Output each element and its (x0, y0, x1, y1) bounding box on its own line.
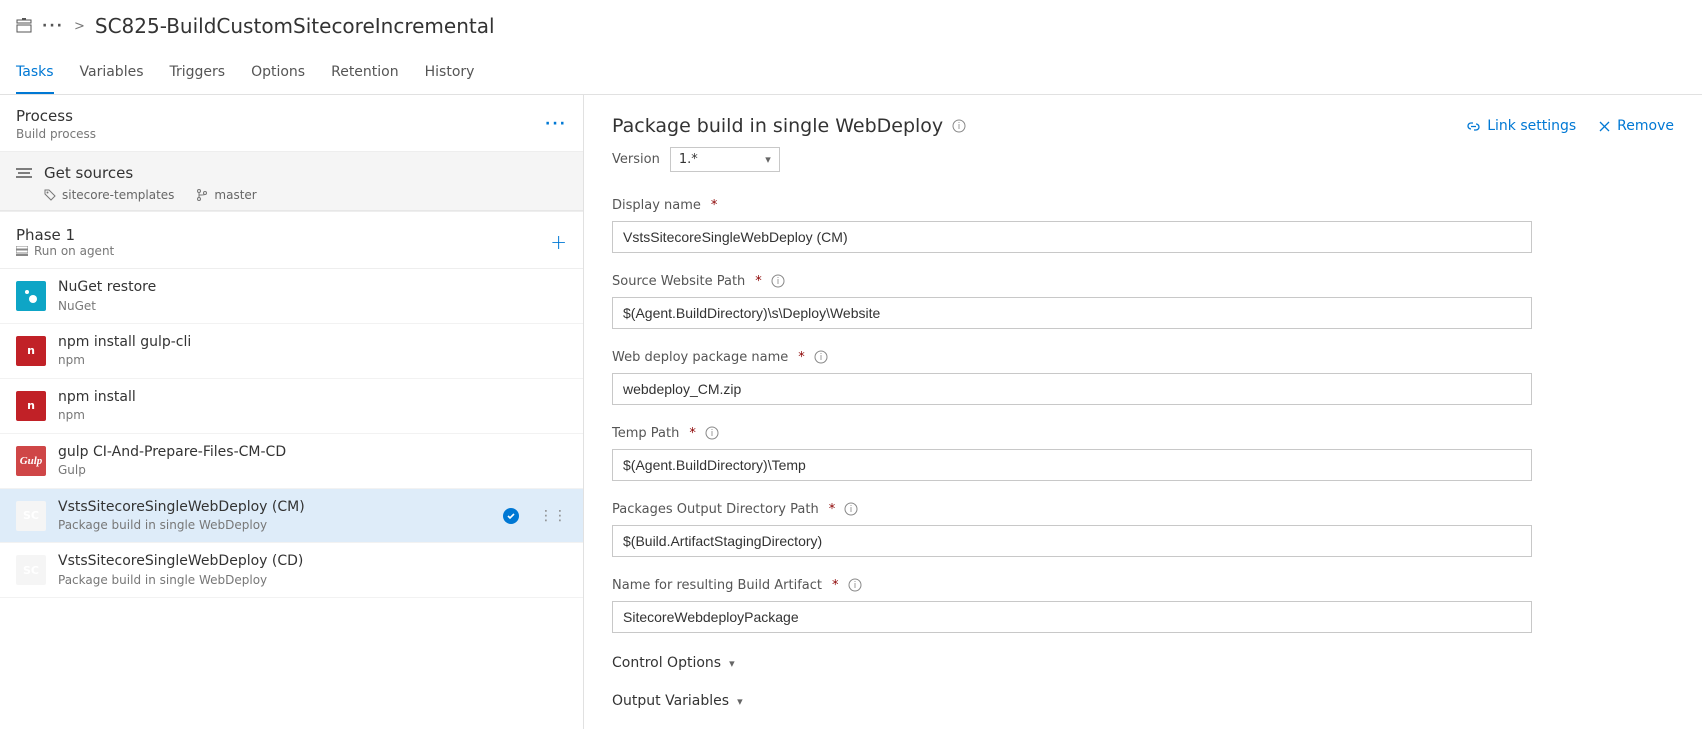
page-title: SC825-BuildCustomSitecoreIncremental (95, 14, 495, 38)
version-select[interactable]: 1.* ▾ (670, 147, 780, 172)
right-panel: Package build in single WebDeploy i Link… (584, 95, 1702, 729)
svg-text:i: i (711, 429, 714, 439)
info-icon[interactable]: i (847, 577, 863, 593)
branch-name: master (214, 188, 256, 202)
temp-path-label: Temp Path* i (612, 425, 1674, 441)
tabs: Tasks Variables Triggers Options Retenti… (0, 54, 1702, 95)
output-path-input[interactable] (612, 525, 1532, 557)
info-icon[interactable]: i (843, 501, 859, 517)
repo-name: sitecore-templates (62, 188, 174, 202)
link-settings-button[interactable]: Link settings (1466, 118, 1576, 134)
task-npm-install[interactable]: n npm install npm (0, 379, 583, 434)
breadcrumb-more-icon[interactable]: ··· (42, 18, 64, 34)
branch-icon (196, 189, 208, 201)
info-icon[interactable]: i (951, 118, 967, 134)
branch-chip: master (196, 188, 256, 202)
display-name-label: Display name* (612, 198, 1674, 213)
display-name-input[interactable] (612, 221, 1532, 253)
drag-handle-icon[interactable]: ⋮⋮ (539, 508, 567, 524)
task-detail-title: Package build in single WebDeploy i (612, 115, 967, 137)
sitecore-icon: SC (16, 501, 46, 531)
svg-text:i: i (850, 505, 853, 515)
task-subtitle: npm (58, 353, 191, 367)
package-name-input[interactable] (612, 373, 1532, 405)
task-subtitle: npm (58, 408, 136, 422)
remove-button[interactable]: Remove (1598, 118, 1674, 134)
task-title: npm install (58, 389, 136, 407)
svg-text:i: i (853, 581, 856, 591)
process-row[interactable]: Process Build process ··· (0, 95, 583, 152)
process-title: Process (16, 107, 96, 125)
process-more-icon[interactable]: ··· (545, 116, 567, 132)
tab-triggers[interactable]: Triggers (170, 54, 226, 94)
enabled-check-icon (503, 508, 519, 524)
tab-options[interactable]: Options (251, 54, 305, 94)
repo-chip: sitecore-templates (44, 188, 174, 202)
repo-icon (44, 189, 56, 201)
task-gulp[interactable]: Gulp gulp CI-And-Prepare-Files-CM-CD Gul… (0, 434, 583, 489)
chevron-down-icon: ▾ (737, 695, 743, 708)
task-title: VstsSitecoreSingleWebDeploy (CM) (58, 499, 305, 517)
add-task-button[interactable]: + (550, 232, 567, 252)
get-sources-title: Get sources (44, 164, 133, 182)
npm-icon: n (16, 391, 46, 421)
nuget-icon (16, 281, 46, 311)
info-icon[interactable]: i (813, 349, 829, 365)
task-subtitle: NuGet (58, 299, 156, 313)
task-nuget-restore[interactable]: NuGet restore NuGet (0, 269, 583, 324)
breadcrumb: ··· > SC825-BuildCustomSitecoreIncrement… (0, 0, 1702, 44)
control-options-toggle[interactable]: Control Options ▾ (612, 655, 1674, 671)
task-webdeploy-cm[interactable]: SC VstsSitecoreSingleWebDeploy (CM) Pack… (0, 489, 583, 544)
breadcrumb-separator-icon: > (74, 19, 85, 34)
task-subtitle: Gulp (58, 463, 286, 477)
source-path-label: Source Website Path* i (612, 273, 1674, 289)
sitecore-icon: SC (16, 555, 46, 585)
temp-path-input[interactable] (612, 449, 1532, 481)
gulp-icon: Gulp (16, 446, 46, 476)
artifact-name-input[interactable] (612, 601, 1532, 633)
output-path-label: Packages Output Directory Path* i (612, 501, 1674, 517)
svg-text:i: i (958, 122, 961, 132)
info-icon[interactable]: i (770, 273, 786, 289)
svg-text:i: i (777, 277, 780, 287)
task-npm-install-gulp-cli[interactable]: n npm install gulp-cli npm (0, 324, 583, 379)
tab-variables[interactable]: Variables (80, 54, 144, 94)
package-name-label: Web deploy package name* i (612, 349, 1674, 365)
task-title: gulp CI-And-Prepare-Files-CM-CD (58, 444, 286, 462)
svg-text:i: i (819, 353, 822, 363)
output-variables-toggle[interactable]: Output Variables ▾ (612, 693, 1674, 709)
get-sources-icon (16, 166, 32, 180)
task-subtitle: Package build in single WebDeploy (58, 518, 305, 532)
phase-title: Phase 1 (16, 226, 114, 244)
info-icon[interactable]: i (704, 425, 720, 441)
artifact-name-label: Name for resulting Build Artifact* i (612, 577, 1674, 593)
left-panel: Process Build process ··· Get sources si… (0, 95, 584, 729)
tab-history[interactable]: History (425, 54, 475, 94)
close-icon (1598, 120, 1611, 133)
process-subtitle: Build process (16, 127, 96, 141)
tab-tasks[interactable]: Tasks (16, 54, 54, 94)
tab-retention[interactable]: Retention (331, 54, 399, 94)
phase-row[interactable]: Phase 1 Run on agent + (0, 211, 583, 269)
version-label: Version (612, 152, 660, 167)
agent-icon (16, 246, 28, 256)
link-icon (1466, 119, 1481, 134)
source-path-input[interactable] (612, 297, 1532, 329)
phase-subtitle: Run on agent (16, 244, 114, 258)
chevron-down-icon: ▾ (765, 153, 771, 166)
task-title: NuGet restore (58, 279, 156, 297)
task-title: VstsSitecoreSingleWebDeploy (CD) (58, 553, 303, 571)
task-subtitle: Package build in single WebDeploy (58, 573, 303, 587)
npm-icon: n (16, 336, 46, 366)
chevron-down-icon: ▾ (729, 657, 735, 670)
task-webdeploy-cd[interactable]: SC VstsSitecoreSingleWebDeploy (CD) Pack… (0, 543, 583, 598)
build-definitions-icon[interactable] (16, 18, 32, 34)
task-title: npm install gulp-cli (58, 334, 191, 352)
get-sources-row[interactable]: Get sources sitecore-templates master (0, 152, 583, 211)
